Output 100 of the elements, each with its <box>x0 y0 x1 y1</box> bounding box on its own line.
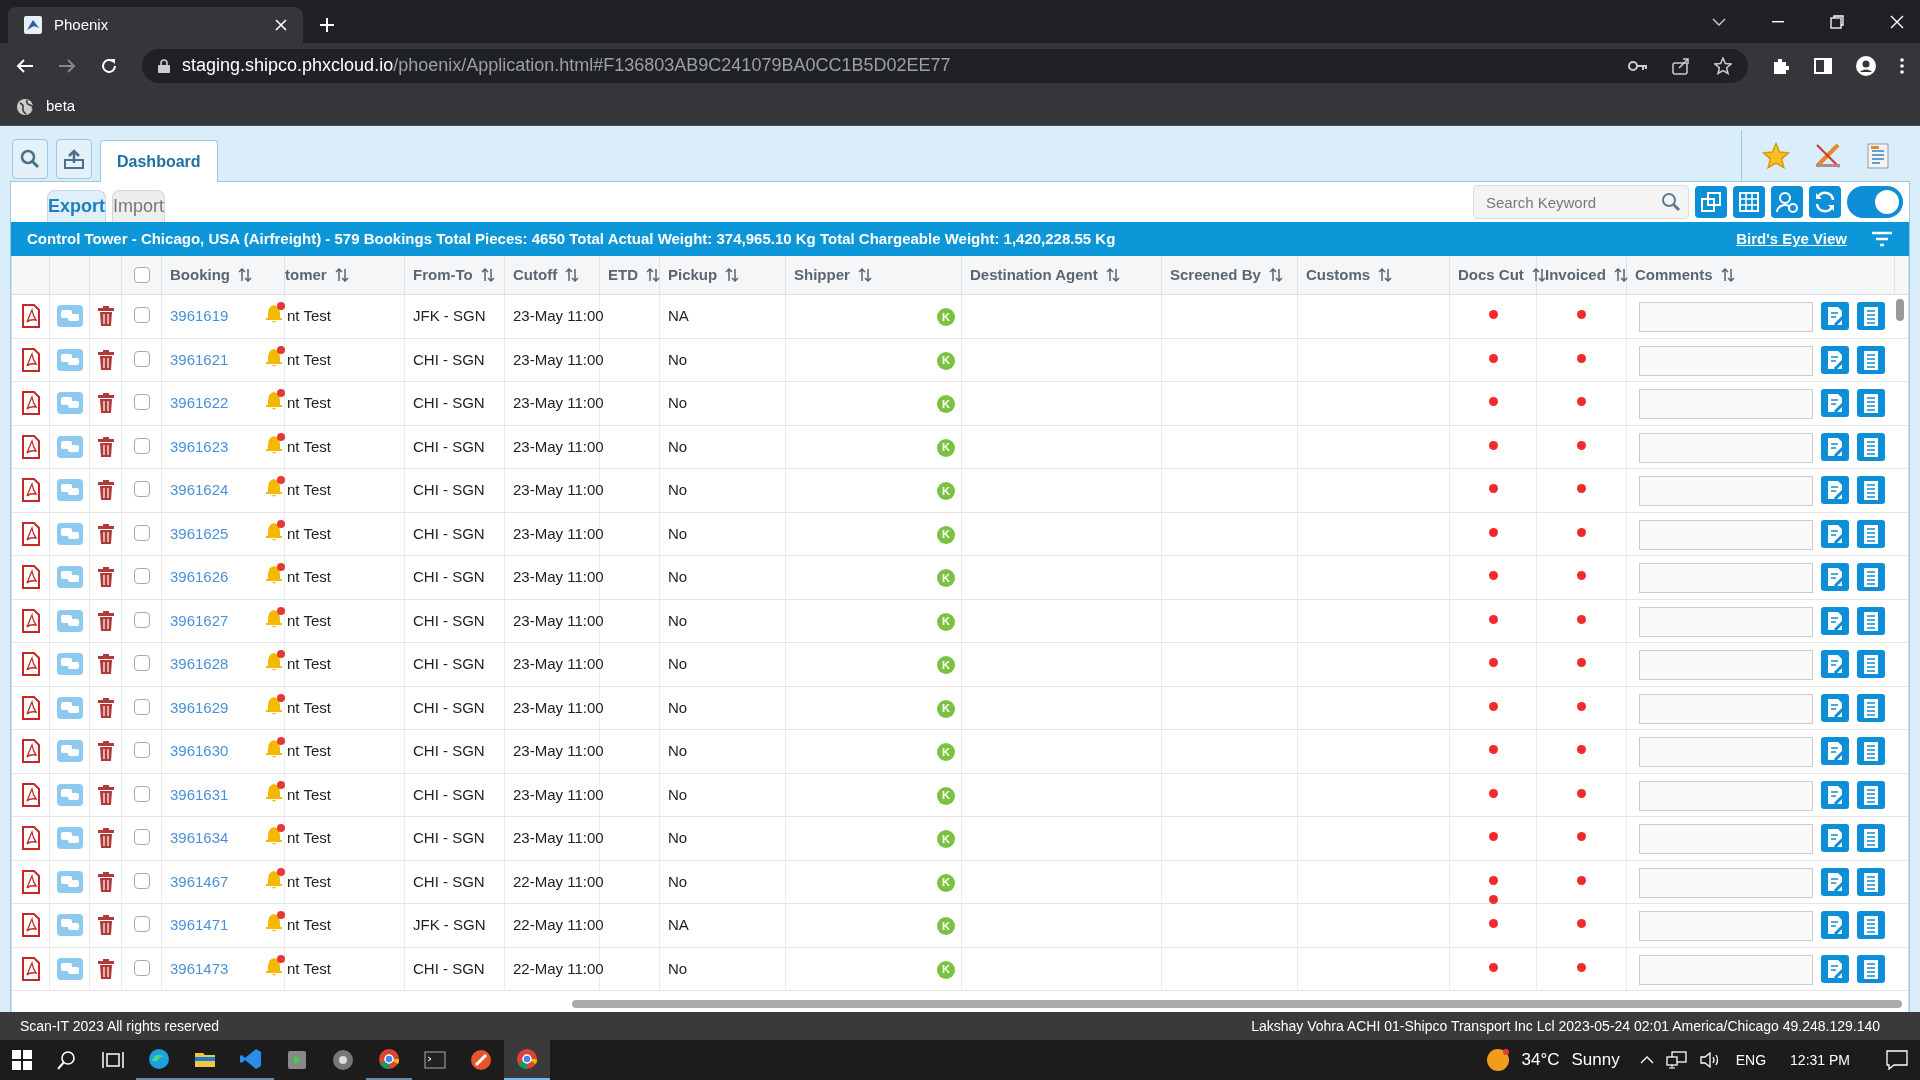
customer-text: nt Test <box>287 915 331 935</box>
booking-link[interactable]: 3961622 <box>170 392 229 415</box>
booking-link[interactable]: 3961626 <box>170 566 229 589</box>
shipper-badge: K <box>937 612 955 631</box>
pickup-text: No <box>668 784 688 805</box>
pickup-text: No <box>668 741 688 761</box>
search-field[interactable]: Search Keyword <box>1473 185 1689 219</box>
route-text: CHI - SGN <box>413 741 485 761</box>
route-text: CHI - SGN <box>413 523 485 544</box>
column-header[interactable]: From-To <box>413 263 473 287</box>
clock-text[interactable]: 12:31 PM <box>1790 1049 1850 1071</box>
column-header[interactable]: tomer <box>285 263 327 287</box>
route-text: CHI - SGN <box>413 871 485 892</box>
route-text: CHI - SGN <box>413 393 485 413</box>
customer-text: nt Test <box>287 306 331 326</box>
booking-link[interactable]: 3961631 <box>170 783 229 806</box>
column-header[interactable]: Shipper <box>794 263 850 287</box>
booking-link[interactable]: 3961471 <box>170 914 229 937</box>
pickup-text: No <box>668 436 688 457</box>
shipper-badge: K <box>937 395 955 413</box>
route-text: CHI - SGN <box>413 654 485 674</box>
cutoff-text: 23-May 11:00 <box>513 567 604 587</box>
shipper-badge: K <box>937 830 955 848</box>
column-header[interactable]: Screened By <box>1170 263 1261 287</box>
cutoff-text: 23-May 11:00 <box>513 610 604 631</box>
customer-text: nt Test <box>287 958 331 979</box>
language-indicator[interactable]: ENG <box>1735 1049 1767 1071</box>
cutoff-text: 22-May 11:00 <box>513 958 604 979</box>
booking-link[interactable]: 3961629 <box>170 696 229 719</box>
column-header[interactable]: ETD <box>608 263 638 287</box>
copyright-text: Scan-IT 2023 All rights reserved <box>20 1016 219 1036</box>
cutoff-text: 23-May 11:00 <box>513 480 604 500</box>
weather-text[interactable]: Sunny <box>1571 1047 1620 1073</box>
tab-title: Phoenix <box>54 14 110 35</box>
customer-text: nt Test <box>287 741 331 761</box>
shipper-badge: K <box>937 569 955 587</box>
booking-link[interactable]: 3961473 <box>170 957 229 980</box>
booking-link[interactable]: 3961621 <box>170 348 229 371</box>
customer-text: nt Test <box>287 523 331 544</box>
customer-text: nt Test <box>287 697 331 718</box>
cutoff-text: 23-May 11:00 <box>513 436 604 457</box>
pickup-text: No <box>668 393 688 413</box>
section-tab[interactable]: Import <box>112 190 166 222</box>
customer-text: nt Test <box>287 784 331 805</box>
pickup-text: No <box>668 480 688 500</box>
route-text: CHI - SGN <box>413 480 485 500</box>
column-header[interactable]: Pickup <box>668 263 718 287</box>
address-bar[interactable]: staging.shipco.phxcloud.io/phoenix/Application.html#F136803AB9C241079BA0CC1B5D02EE77 <box>142 48 1748 83</box>
birds-eye-view-link[interactable]: Bird's Eye View <box>1736 227 1847 251</box>
cutoff-text: 22-May 11:00 <box>513 871 604 892</box>
booking-link[interactable]: 3961624 <box>170 479 229 502</box>
shipper-badge: K <box>937 873 955 892</box>
column-header[interactable]: Comments <box>1635 263 1713 287</box>
route-text: JFK - SGN <box>413 306 486 326</box>
pickup-text: No <box>668 610 688 631</box>
customer-text: nt Test <box>287 393 331 413</box>
booking-link[interactable]: 3961627 <box>170 609 229 632</box>
route-text: CHI - SGN <box>413 958 485 979</box>
shipper-badge: K <box>937 786 955 805</box>
customer-text: nt Test <box>287 871 331 892</box>
customer-text: nt Test <box>287 828 331 848</box>
route-text: CHI - SGN <box>413 436 485 457</box>
pickup-text: No <box>668 828 688 848</box>
booking-link[interactable]: 3961623 <box>170 435 229 458</box>
pickup-text: NA <box>668 306 689 326</box>
route-text: CHI - SGN <box>413 349 485 370</box>
booking-link[interactable]: 3961634 <box>170 827 229 850</box>
customer-text: nt Test <box>287 436 331 457</box>
cutoff-text: 23-May 11:00 <box>513 784 604 805</box>
column-header[interactable]: Destination Agent <box>970 263 1098 287</box>
shipper-badge: K <box>937 482 955 500</box>
shipper-badge: K <box>937 438 955 457</box>
pickup-text: No <box>668 567 688 587</box>
shipper-badge: K <box>937 917 955 935</box>
column-header[interactable]: Cutoff <box>513 263 558 287</box>
column-header[interactable]: Booking <box>170 263 230 287</box>
column-header[interactable]: Docs Cut <box>1458 263 1524 287</box>
column-header[interactable]: Customs <box>1306 263 1371 287</box>
booking-link[interactable]: 3961467 <box>170 870 229 893</box>
cutoff-text: 23-May 11:00 <box>513 697 604 718</box>
section-tab[interactable]: Export <box>47 190 106 222</box>
route-text: CHI - SGN <box>413 697 485 718</box>
pickup-text: No <box>668 349 688 370</box>
booking-link[interactable]: 3961625 <box>170 522 229 545</box>
cutoff-text: 23-May 11:00 <box>513 306 604 326</box>
route-text: JFK - SGN <box>413 915 486 935</box>
dashboard-tab[interactable]: Dashboard <box>100 140 218 182</box>
column-header[interactable]: Invoiced <box>1545 263 1606 287</box>
temperature-text[interactable]: 34°C <box>1521 1047 1560 1073</box>
cutoff-text: 23-May 11:00 <box>513 741 604 761</box>
cutoff-text: 23-May 11:00 <box>513 393 604 413</box>
browser-tab[interactable]: Phoenix <box>8 7 303 43</box>
shipper-badge: K <box>937 699 955 718</box>
booking-link[interactable]: 3961619 <box>170 305 229 328</box>
shipper-badge: K <box>937 743 955 761</box>
bookmark-link[interactable]: beta <box>16 95 76 118</box>
customer-text: nt Test <box>287 349 331 370</box>
booking-link[interactable]: 3961630 <box>170 740 229 763</box>
booking-link[interactable]: 3961628 <box>170 653 229 676</box>
cutoff-text: 23-May 11:00 <box>513 523 604 544</box>
